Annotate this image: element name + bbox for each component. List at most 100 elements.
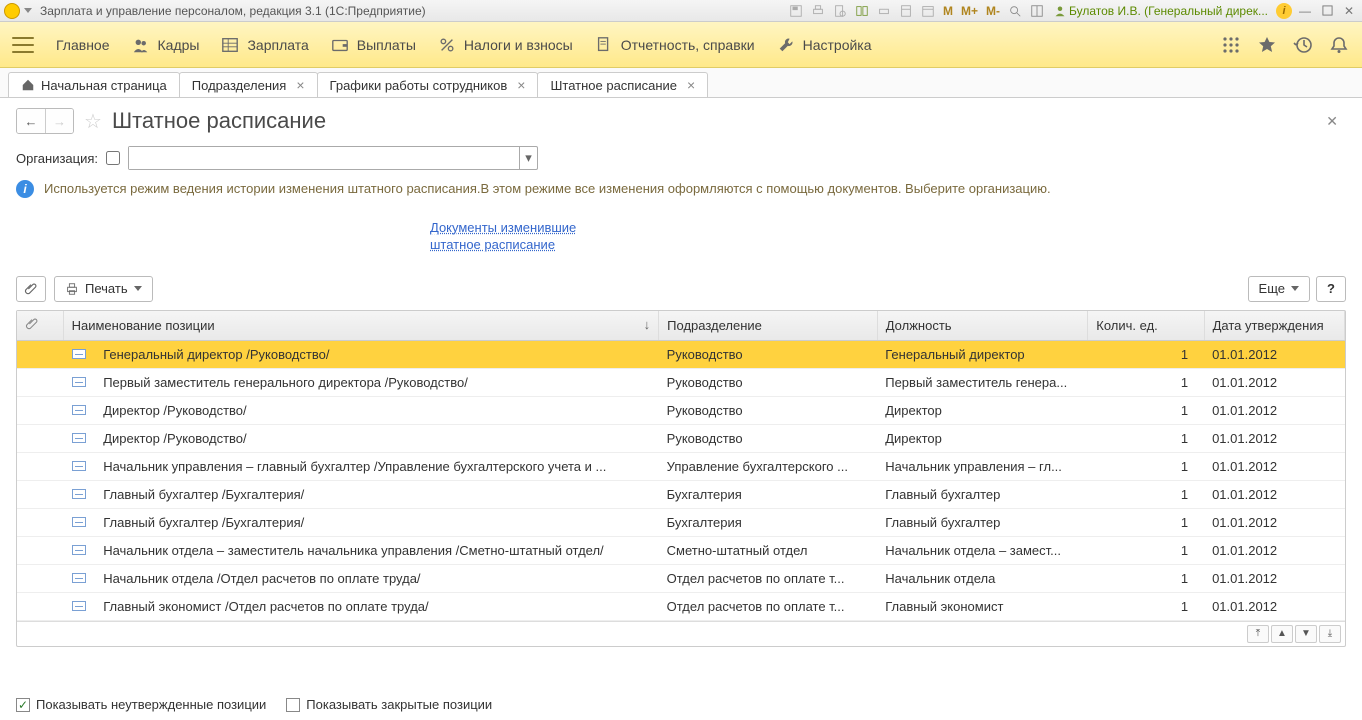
org-checkbox[interactable] (106, 151, 120, 165)
row-icon (72, 405, 86, 415)
tab-podrazdeleniya[interactable]: Подразделения × (179, 72, 318, 97)
page-title: Штатное расписание (112, 108, 326, 134)
close-button[interactable]: ✕ (1340, 3, 1358, 19)
user-icon (1054, 5, 1066, 17)
col-qty[interactable]: Колич. ед. (1088, 311, 1204, 341)
menu-otchet[interactable]: Отчетность, справки (595, 36, 755, 54)
table-row[interactable]: Главный бухгалтер /Бухгалтерия/Бухгалтер… (17, 508, 1345, 536)
grid-bottom-button[interactable]: ⤓ (1319, 625, 1341, 643)
page-header: ← → ☆ Штатное расписание ✕ (0, 98, 1362, 140)
help-button[interactable]: ? (1316, 276, 1346, 302)
cell-date: 01.01.2012 (1204, 564, 1344, 592)
m-button[interactable]: M (941, 4, 955, 18)
table-row[interactable]: Генеральный директор /Руководство/Руково… (17, 340, 1345, 368)
more-button[interactable]: Еще (1248, 276, 1310, 302)
home-icon (21, 78, 35, 92)
info-icon[interactable]: i (1276, 3, 1292, 19)
table-row[interactable]: Начальник отдела /Отдел расчетов по опла… (17, 564, 1345, 592)
col-name[interactable]: Наименование позиции↓ (63, 311, 659, 341)
m-minus-button[interactable]: M- (984, 4, 1002, 18)
cell-rowicon (63, 340, 95, 368)
table-row[interactable]: Главный экономист /Отдел расчетов по опл… (17, 592, 1345, 620)
cell-date: 01.01.2012 (1204, 424, 1344, 452)
print2-icon[interactable] (875, 3, 893, 19)
cell-name: Главный бухгалтер /Бухгалтерия/ (95, 480, 658, 508)
table-row[interactable]: Начальник отдела – заместитель начальник… (17, 536, 1345, 564)
star-icon[interactable] (1256, 34, 1278, 56)
hamburger-icon[interactable] (12, 37, 34, 53)
attach-button[interactable] (16, 276, 46, 302)
table-row[interactable]: Первый заместитель генерального директор… (17, 368, 1345, 396)
tab-shtatnoe[interactable]: Штатное расписание × (537, 72, 708, 97)
table-row[interactable]: Начальник управления – главный бухгалтер… (17, 452, 1345, 480)
compare-icon[interactable] (853, 3, 871, 19)
table-row[interactable]: Главный бухгалтер /Бухгалтерия/Бухгалтер… (17, 480, 1345, 508)
close-icon[interactable]: × (296, 77, 304, 93)
cell-post: Главный бухгалтер (877, 508, 1088, 536)
wallet-icon (331, 36, 349, 54)
table-row[interactable]: Директор /Руководство/РуководствоДиректо… (17, 396, 1345, 424)
cell-qty: 1 (1088, 424, 1204, 452)
cell-rowicon (63, 452, 95, 480)
show-closed-checkbox[interactable]: Показывать закрытые позиции (286, 697, 492, 712)
save-icon[interactable] (787, 3, 805, 19)
cell-attach (17, 508, 63, 536)
table-toolbar: Печать Еще ? (0, 272, 1362, 306)
favorite-star-icon[interactable]: ☆ (84, 109, 102, 134)
panes-icon[interactable] (1028, 3, 1046, 19)
history-icon[interactable] (1292, 34, 1314, 56)
cell-dept: Сметно-штатный отдел (659, 536, 878, 564)
org-combo[interactable]: ▾ (128, 146, 538, 170)
close-icon[interactable]: × (517, 77, 525, 93)
calc-icon[interactable] (897, 3, 915, 19)
grid-up-button[interactable]: ▲ (1271, 625, 1293, 643)
bell-icon[interactable] (1328, 34, 1350, 56)
cell-date: 01.01.2012 (1204, 396, 1344, 424)
show-draft-checkbox[interactable]: Показывать неутвержденные позиции (16, 697, 266, 712)
tab-grafiki[interactable]: Графики работы сотрудников × (317, 72, 539, 97)
menu-kadry[interactable]: Кадры (132, 36, 200, 54)
table-row[interactable]: Директор /Руководство/РуководствоДиректо… (17, 424, 1345, 452)
col-date[interactable]: Дата утверждения (1204, 311, 1344, 341)
chevron-down-icon (1291, 286, 1299, 291)
zoom-icon[interactable] (1006, 3, 1024, 19)
page-close-icon[interactable]: ✕ (1326, 113, 1346, 130)
app-menu-caret[interactable] (24, 8, 32, 13)
menu-main[interactable]: Главное (56, 37, 110, 53)
org-input[interactable] (129, 147, 519, 169)
tab-home[interactable]: Начальная страница (8, 72, 180, 97)
chevron-down-icon[interactable]: ▾ (519, 147, 537, 169)
cell-post: Директор (877, 424, 1088, 452)
apps-icon[interactable] (1220, 34, 1242, 56)
minimize-button[interactable]: — (1296, 3, 1314, 19)
menu-nalogi[interactable]: Налоги и взносы (438, 36, 573, 54)
cell-post: Генеральный директор (877, 340, 1088, 368)
forward-button[interactable]: → (45, 109, 73, 133)
cell-attach (17, 452, 63, 480)
maximize-button[interactable] (1318, 3, 1336, 19)
grid-down-button[interactable]: ▼ (1295, 625, 1317, 643)
menu-zarplata[interactable]: Зарплата (221, 36, 308, 54)
col-attach[interactable] (17, 311, 63, 341)
cell-date: 01.01.2012 (1204, 536, 1344, 564)
cell-attach (17, 536, 63, 564)
col-post[interactable]: Должность (877, 311, 1088, 341)
print-icon[interactable] (809, 3, 827, 19)
user-chip[interactable]: Булатов И.В. (Генеральный дирек... (1050, 4, 1272, 18)
close-icon[interactable]: × (687, 77, 695, 93)
print-label: Печать (85, 281, 128, 296)
grid-top-button[interactable]: ⤒ (1247, 625, 1269, 643)
col-dept[interactable]: Подразделение (659, 311, 878, 341)
row-icon (72, 489, 86, 499)
grid: Наименование позиции↓ Подразделение Долж… (16, 310, 1346, 647)
menu-vyplaty[interactable]: Выплаты (331, 36, 416, 54)
cell-name: Начальник отдела /Отдел расчетов по опла… (95, 564, 658, 592)
preview-icon[interactable] (831, 3, 849, 19)
back-button[interactable]: ← (17, 109, 45, 133)
print-button[interactable]: Печать (54, 276, 153, 302)
doc-link-anchor[interactable]: Документы изменившиештатное расписание (430, 220, 576, 252)
cell-dept: Руководство (659, 396, 878, 424)
menu-nastrojka[interactable]: Настройка (777, 36, 872, 54)
m-plus-button[interactable]: M+ (959, 4, 980, 18)
calendar-icon[interactable] (919, 3, 937, 19)
